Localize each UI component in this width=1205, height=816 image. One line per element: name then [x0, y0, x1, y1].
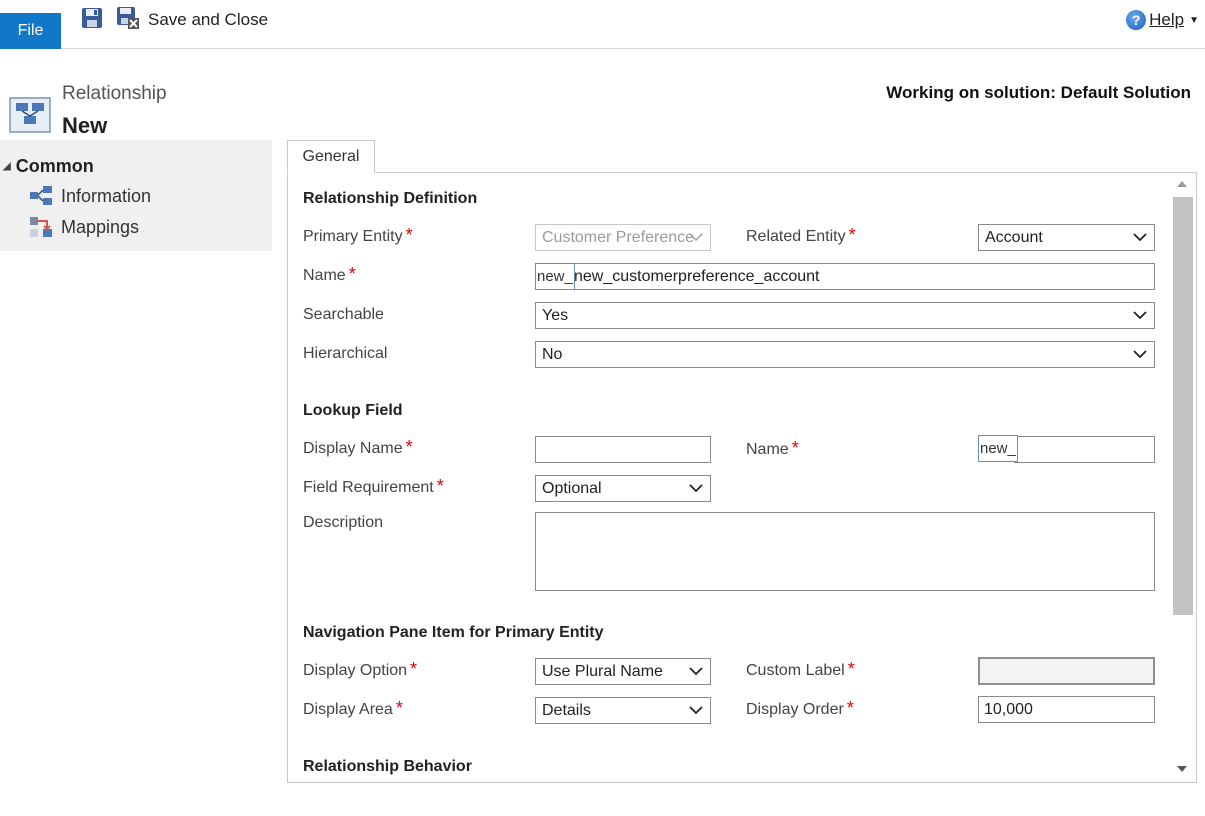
nav-item-information[interactable]: Information [29, 185, 151, 207]
custom-label-label: Custom Label * [746, 659, 855, 679]
relationship-name-label: Name * [303, 264, 356, 284]
tab-general[interactable]: General [287, 140, 375, 173]
chevron-down-icon [1133, 233, 1147, 242]
nav-group-common[interactable]: ◢ Common [3, 156, 94, 177]
hierarchical-label: Hierarchical [303, 345, 388, 362]
save-close-button[interactable]: Save and Close [148, 10, 268, 30]
collapse-triangle-icon: ◢ [3, 161, 11, 172]
page-title: New [62, 113, 108, 138]
required-marker: * [848, 225, 856, 245]
nav-item-label: Information [61, 185, 152, 206]
mappings-icon [30, 217, 52, 237]
save-icon[interactable] [80, 6, 104, 30]
required-marker: * [348, 264, 356, 284]
nav-item-label: Mappings [61, 216, 140, 237]
form-panel: Relationship Definition Primary Entity * … [287, 172, 1197, 783]
display-area-select[interactable]: Details [535, 697, 711, 724]
required-marker: * [847, 659, 855, 679]
custom-label-input[interactable] [978, 657, 1155, 685]
display-name-label: Display Name * [303, 437, 413, 457]
chevron-down-icon [689, 667, 703, 676]
name-prefix: new_ [535, 263, 575, 290]
scroll-down-arrow-icon[interactable] [1177, 766, 1187, 772]
lookup-name-label: Name * [746, 438, 799, 458]
section-title-navigation-pane: Navigation Pane Item for Primary Entity [303, 624, 604, 641]
section-title-relationship-behavior: Relationship Behavior [303, 758, 472, 775]
display-name-input[interactable] [535, 436, 711, 463]
help-menu[interactable]: ? Help ▼ [1126, 10, 1199, 30]
display-order-label: Display Order * [746, 698, 854, 718]
hierarchical-select[interactable]: No [535, 341, 1155, 368]
chevron-down-icon [1133, 350, 1147, 359]
field-requirement-label: Field Requirement * [303, 476, 444, 496]
solution-label: Working on solution: Default Solution [886, 83, 1191, 102]
chevron-down-icon [689, 233, 703, 242]
chevron-down-icon [689, 484, 703, 493]
save-close-icon[interactable] [116, 6, 140, 30]
ribbon-toolbar: File Save and Close ? Help ▼ [0, 0, 1205, 49]
left-navigation: ◢ Common Information Mappings [0, 140, 272, 251]
description-textarea[interactable] [535, 512, 1155, 591]
required-marker: * [405, 225, 413, 245]
information-icon [30, 186, 52, 205]
description-label: Description [303, 514, 384, 531]
chevron-down-icon: ▼ [1189, 14, 1199, 26]
section-title-lookup-field: Lookup Field [303, 402, 403, 419]
lookup-name-prefix: new_ [978, 435, 1018, 462]
relationship-entity-icon [9, 97, 51, 133]
scroll-up-arrow-icon[interactable] [1177, 181, 1187, 187]
related-entity-select[interactable]: Account [978, 224, 1155, 251]
display-option-label: Display Option * [303, 659, 418, 679]
required-marker: * [395, 698, 403, 718]
help-icon: ? [1126, 10, 1147, 30]
required-marker: * [846, 698, 854, 718]
searchable-select[interactable]: Yes [535, 302, 1155, 329]
scrollbar-thumb[interactable] [1173, 197, 1193, 615]
required-marker: * [791, 438, 799, 458]
help-label[interactable]: Help [1149, 10, 1184, 30]
display-order-input[interactable]: 10,000 [978, 696, 1155, 723]
primary-entity-select[interactable]: Customer Preference [535, 224, 711, 251]
chevron-down-icon [689, 706, 703, 715]
file-button[interactable]: File [0, 13, 61, 49]
related-entity-label: Related Entity * [746, 225, 856, 245]
nav-item-mappings[interactable]: Mappings [29, 216, 139, 238]
required-marker: * [436, 476, 444, 496]
display-option-select[interactable]: Use Plural Name [535, 658, 711, 685]
display-area-label: Display Area * [303, 698, 403, 718]
primary-entity-label: Primary Entity * [303, 225, 413, 245]
required-marker: * [410, 659, 418, 679]
section-title-relationship-definition: Relationship Definition [303, 190, 478, 207]
relationship-name-input[interactable]: new_customerpreference_account [568, 263, 1155, 290]
required-marker: * [405, 437, 413, 457]
field-requirement-select[interactable]: Optional [535, 475, 711, 502]
nav-group-label: Common [15, 156, 94, 176]
chevron-down-icon [1133, 311, 1147, 320]
entity-type-label: Relationship [62, 83, 167, 104]
lookup-name-input[interactable] [1014, 436, 1155, 463]
searchable-label: Searchable [303, 306, 384, 323]
vertical-scrollbar[interactable] [1169, 173, 1196, 782]
